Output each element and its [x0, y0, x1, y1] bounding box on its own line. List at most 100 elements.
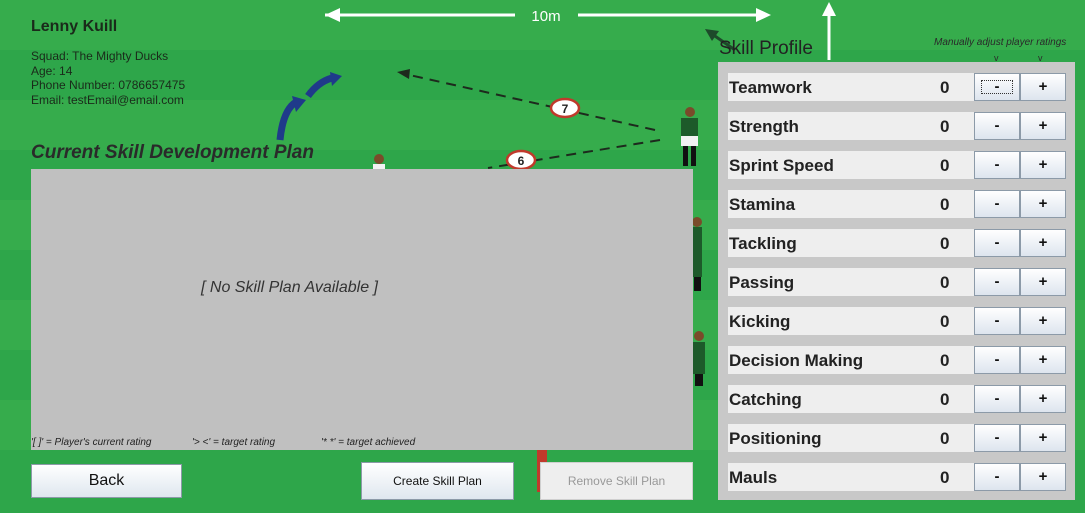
increase-stamina-button[interactable]: + [1020, 190, 1066, 218]
skill-profile-panel: Teamwork 0 - + Strength 0 - + Sprint Spe… [718, 62, 1075, 500]
cone-number: 6 [518, 154, 525, 168]
player-info: Lenny Kuill Squad: The Mighty Ducks Age:… [31, 18, 185, 107]
skill-name: Stamina [729, 195, 796, 214]
no-plan-message: [ No Skill Plan Available ] [201, 279, 378, 296]
skill-value: 0 [940, 468, 950, 487]
decrease-strength-button[interactable]: - [974, 112, 1020, 140]
skill-value: 0 [940, 429, 950, 448]
increase-catching-button[interactable]: + [1020, 385, 1066, 413]
cone-number: 7 [562, 102, 569, 116]
skill-row-stamina: Stamina 0 - + [728, 190, 1073, 220]
back-button[interactable]: Back [31, 464, 182, 498]
skill-label-box: Passing 0 [728, 268, 974, 296]
increase-mauls-button[interactable]: + [1020, 463, 1066, 491]
skill-name: Decision Making [729, 351, 864, 370]
decrease-positioning-button[interactable]: - [974, 424, 1020, 452]
increase-kicking-button[interactable]: + [1020, 307, 1066, 335]
skill-name: Strength [729, 117, 799, 136]
decrease-kicking-button[interactable]: - [974, 307, 1020, 335]
skill-row-decision-making: Decision Making 0 - + [728, 346, 1073, 376]
increase-teamwork-button[interactable]: + [1020, 73, 1066, 101]
skill-row-positioning: Positioning 0 - + [728, 424, 1073, 454]
manual-adjust-label: Manually adjust player ratings [934, 37, 1067, 48]
arrowhead-icon [756, 8, 771, 22]
skill-row-strength: Strength 0 - + [728, 112, 1073, 142]
decrease-stamina-button[interactable]: - [974, 190, 1020, 218]
legend-current-rating: '[ ]' = Player's current rating [31, 437, 152, 448]
skill-label-box: Positioning 0 [728, 424, 974, 452]
arrowhead-icon [292, 96, 306, 112]
movement-arrow [276, 99, 299, 141]
legend-target-achieved: '* *' = target achieved [321, 437, 416, 448]
decrease-passing-button[interactable]: - [974, 268, 1020, 296]
skill-label-box: Sprint Speed 0 [728, 151, 974, 179]
skill-label-box: Mauls 0 [728, 463, 974, 491]
skill-label-box: Catching 0 [728, 385, 974, 413]
movement-arrow [305, 74, 334, 99]
decrease-decision-making-button[interactable]: - [974, 346, 1020, 374]
player-squad: Squad: The Mighty Ducks [31, 49, 169, 63]
skill-name: Catching [729, 390, 802, 409]
skill-value: 0 [940, 273, 950, 292]
skill-label-box: Stamina 0 [728, 190, 974, 218]
decrease-tackling-button[interactable]: - [974, 229, 1020, 257]
skill-value: 0 [940, 117, 950, 136]
player-age: Age: 14 [31, 63, 73, 78]
create-skill-plan-button[interactable]: Create Skill Plan [361, 462, 514, 500]
player-figure-icon [373, 154, 385, 170]
arrowhead-icon [330, 72, 342, 86]
skill-value: 0 [940, 390, 950, 409]
decrease-mauls-button[interactable]: - [974, 463, 1020, 491]
legend-target-rating: '> <' = target rating [192, 437, 276, 448]
skill-label-box: Decision Making 0 [728, 346, 974, 374]
skill-name: Sprint Speed [729, 156, 834, 175]
player-figure-icon [693, 331, 705, 386]
player-email: Email: testEmail@email.com [31, 92, 184, 107]
increase-strength-button[interactable]: + [1020, 112, 1066, 140]
distance-label: 10m [531, 8, 560, 25]
skill-value: 0 [940, 195, 950, 214]
skill-row-catching: Catching 0 - + [728, 385, 1073, 415]
increase-decision-making-button[interactable]: + [1020, 346, 1066, 374]
decrease-sprint-speed-button[interactable]: - [974, 151, 1020, 179]
player-phone: Phone Number: 0786657475 [31, 78, 186, 93]
arrowhead-icon [397, 69, 410, 79]
skill-profile-title: Skill Profile [719, 38, 813, 59]
skill-row-kicking: Kicking 0 - + [728, 307, 1073, 337]
skill-plan-panel: [ No Skill Plan Available ] '[ ]' = Play… [31, 169, 693, 450]
arrowhead-icon [325, 8, 340, 22]
skill-row-passing: Passing 0 - + [728, 268, 1073, 298]
skill-value: 0 [940, 78, 950, 97]
arrowhead-icon [822, 2, 836, 16]
skill-row-mauls: Mauls 0 - + [728, 463, 1073, 493]
skill-label-box: Tackling 0 [728, 229, 974, 257]
increase-tackling-button[interactable]: + [1020, 229, 1066, 257]
skill-value: 0 [940, 234, 950, 253]
skill-name: Teamwork [729, 78, 812, 97]
skill-value: 0 [940, 312, 950, 331]
remove-skill-plan-button[interactable]: Remove Skill Plan [540, 462, 693, 500]
skill-label-box: Teamwork 0 [728, 73, 974, 101]
decrease-catching-button[interactable]: - [974, 385, 1020, 413]
skill-value: 0 [940, 156, 950, 175]
player-figure-icon [681, 107, 698, 166]
skill-value: 0 [940, 351, 950, 370]
skill-name: Tackling [729, 234, 797, 253]
increase-positioning-button[interactable]: + [1020, 424, 1066, 452]
player-figure-icon [692, 217, 702, 291]
increase-passing-button[interactable]: + [1020, 268, 1066, 296]
plan-title: Current Skill Development Plan [31, 142, 314, 163]
skill-label-box: Kicking 0 [728, 307, 974, 335]
player-name: Lenny Kuill [31, 18, 118, 35]
skill-name: Positioning [729, 429, 822, 448]
increase-sprint-speed-button[interactable]: + [1020, 151, 1066, 179]
skill-row-sprint-speed: Sprint Speed 0 - + [728, 151, 1073, 181]
skill-name: Kicking [729, 312, 791, 331]
skill-label-box: Strength 0 [728, 112, 974, 140]
decrease-teamwork-button[interactable]: - [974, 73, 1020, 101]
pass-line [404, 73, 656, 131]
skill-row-teamwork: Teamwork 0 - + [728, 73, 1073, 103]
skill-row-tackling: Tackling 0 - + [728, 229, 1073, 259]
skill-name: Mauls [729, 468, 778, 487]
skill-name: Passing [729, 273, 795, 292]
